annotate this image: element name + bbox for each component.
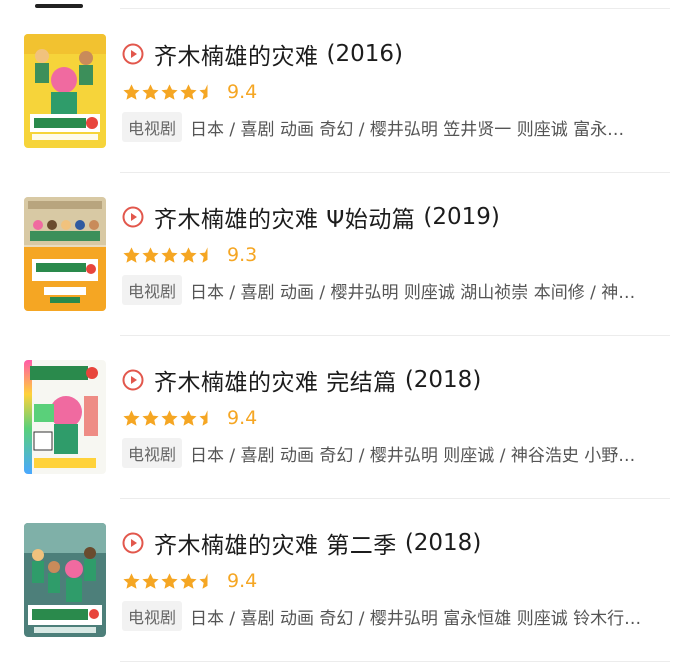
- item-title[interactable]: 齐木楠雄的灾难 Ψ始动篇: [154, 200, 415, 234]
- item-year: (2018): [404, 367, 482, 393]
- type-badge: 电视剧: [122, 601, 183, 631]
- play-circle-icon[interactable]: [122, 532, 144, 554]
- star-icon: [142, 409, 159, 426]
- star-icon: [123, 409, 140, 426]
- star-icon: [161, 409, 178, 426]
- list-item[interactable]: 齐木楠雄的灾难 Ψ始动篇 (2019) 9.3 电视剧 日本 / 喜剧 动画 /…: [0, 173, 696, 336]
- star-icon: [161, 572, 178, 589]
- type-badge: 电视剧: [122, 112, 183, 142]
- star-icon: [123, 83, 140, 100]
- item-meta: 日本 / 喜剧 动画 奇幻 / 樱井弘明 富永恒雄 则座诚 铃木行…: [190, 608, 642, 629]
- star-icon: [180, 246, 197, 263]
- poster-image[interactable]: [24, 523, 106, 637]
- list-item[interactable]: 齐木楠雄的灾难 第二季 (2018) 9.4 电视剧 日本 / 喜剧 动画 奇幻…: [0, 499, 696, 662]
- play-circle-icon[interactable]: [122, 43, 144, 65]
- rating-score: 9.4: [227, 570, 258, 592]
- item-year: (2016): [326, 41, 403, 67]
- item-meta: 日本 / 喜剧 动画 奇幻 / 樱井弘明 笠井贤一 则座诚 富永…: [190, 119, 625, 140]
- item-meta: 日本 / 喜剧 动画 / 樱井弘明 则座诚 湖山祯崇 本间修 / 神…: [190, 282, 636, 303]
- star-rating: [122, 246, 217, 265]
- star-icon: [180, 572, 197, 589]
- star-icon: [142, 572, 159, 589]
- star-icon: [123, 246, 140, 263]
- item-meta: 日本 / 喜剧 动画 奇幻 / 樱井弘明 则座诚 / 神谷浩史 小野…: [190, 445, 636, 466]
- poster-image[interactable]: [24, 360, 106, 474]
- item-year: (2018): [404, 530, 482, 556]
- poster-image[interactable]: [24, 34, 106, 148]
- star-icon: [142, 83, 159, 100]
- type-badge: 电视剧: [122, 438, 183, 468]
- poster-image[interactable]: [24, 197, 106, 311]
- rating-score: 9.4: [227, 81, 258, 103]
- type-badge: 电视剧: [122, 275, 183, 305]
- item-year: (2019): [423, 204, 500, 230]
- star-icon: [180, 83, 197, 100]
- play-circle-icon[interactable]: [122, 369, 144, 391]
- star-rating: [122, 572, 217, 591]
- star-rating: [122, 409, 217, 428]
- star-icon: [161, 83, 178, 100]
- play-circle-icon[interactable]: [122, 206, 144, 228]
- row-divider: [120, 661, 670, 662]
- half-star-icon: [199, 246, 208, 263]
- list-item[interactable]: 齐木楠雄的灾难 完结篇 (2018) 9.4 电视剧 日本 / 喜剧 动画 奇幻…: [0, 336, 696, 499]
- list-item[interactable]: 齐木楠雄的灾难 (2016) 9.4 电视剧 日本 / 喜剧 动画 奇幻 / 樱…: [0, 10, 696, 173]
- star-icon: [180, 409, 197, 426]
- item-title[interactable]: 齐木楠雄的灾难 完结篇: [154, 363, 397, 397]
- star-icon: [142, 246, 159, 263]
- star-icon: [161, 246, 178, 263]
- active-tab-indicator: [35, 4, 83, 8]
- star-icon: [123, 572, 140, 589]
- item-title[interactable]: 齐木楠雄的灾难: [154, 37, 319, 71]
- top-divider: [120, 8, 670, 9]
- half-star-icon: [199, 409, 208, 426]
- rating-score: 9.4: [227, 407, 258, 429]
- item-title[interactable]: 齐木楠雄的灾难 第二季: [154, 526, 397, 560]
- rating-score: 9.3: [227, 244, 258, 266]
- star-rating: [122, 83, 217, 102]
- half-star-icon: [199, 572, 208, 589]
- half-star-icon: [199, 83, 208, 100]
